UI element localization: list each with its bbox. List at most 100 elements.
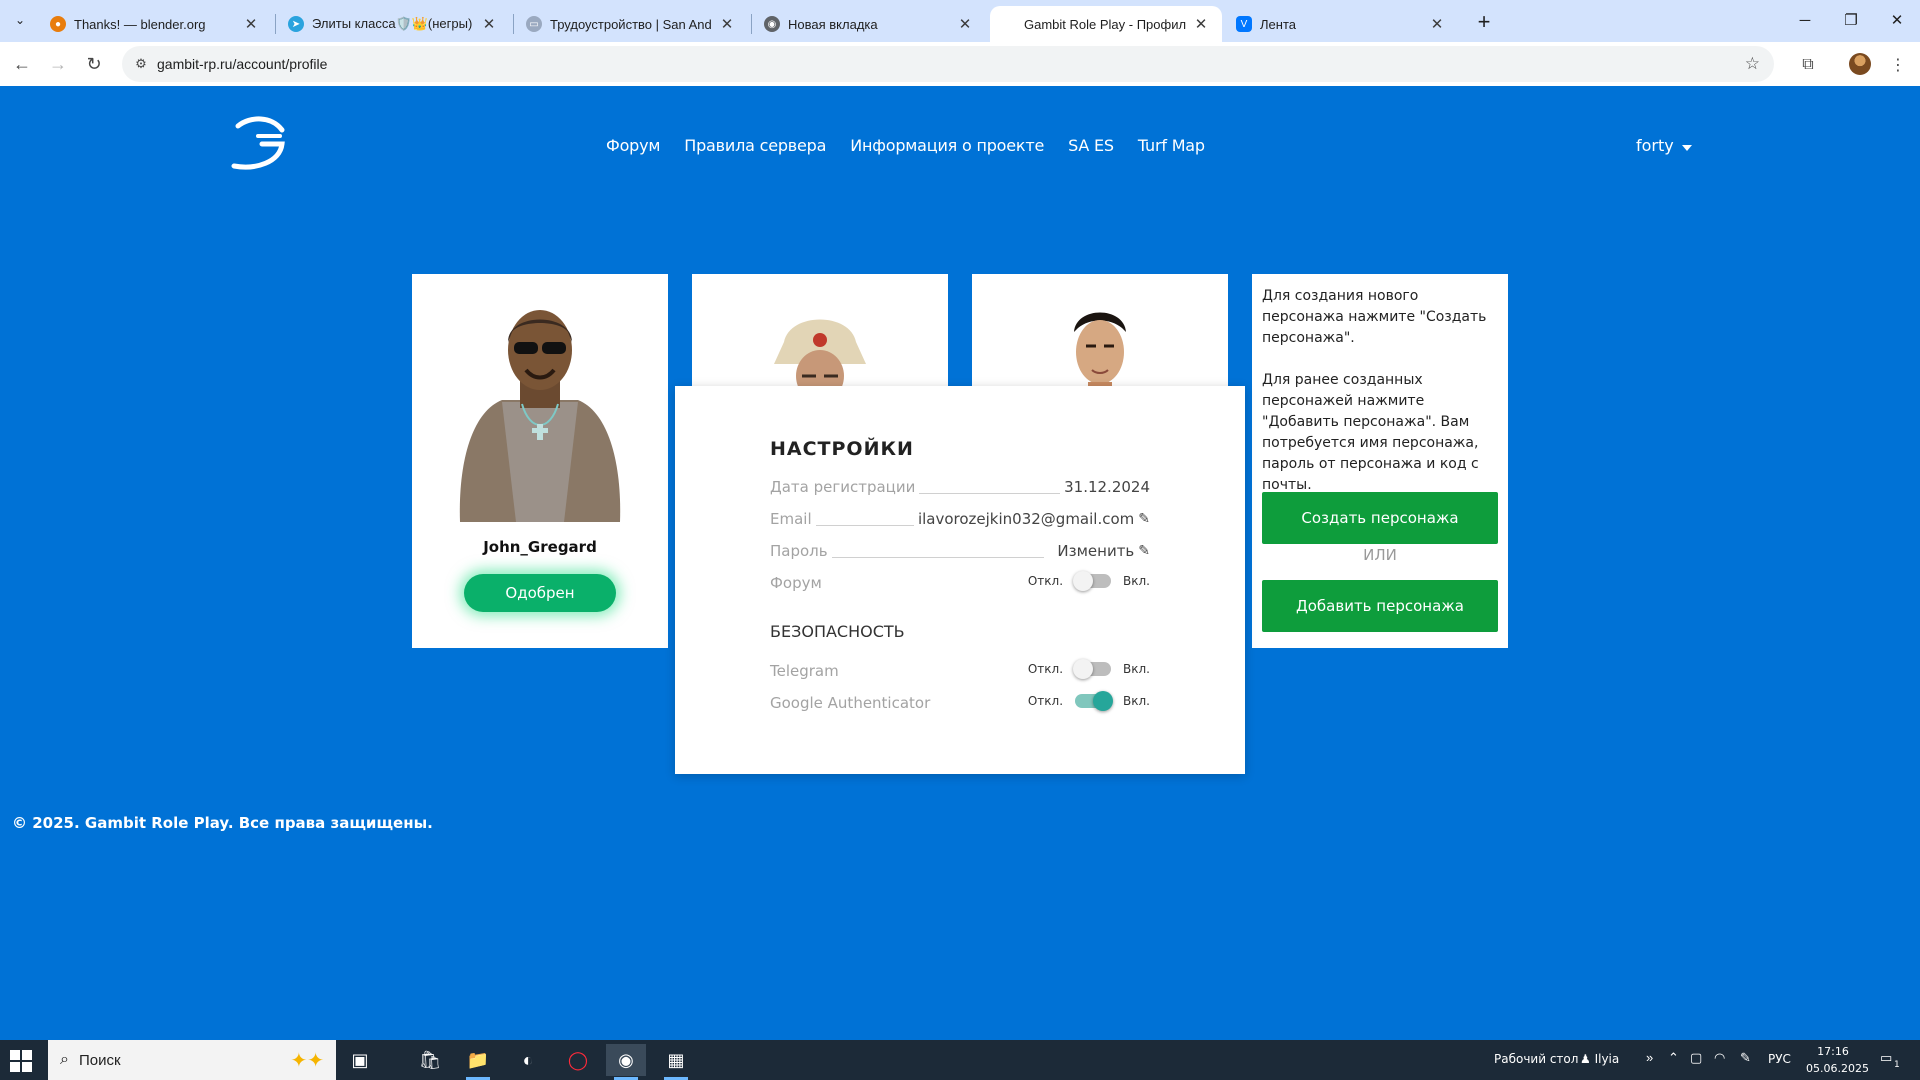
- pen-icon[interactable]: ✎: [1740, 1050, 1751, 1066]
- tray-user-name: Ilyia: [1594, 1052, 1620, 1066]
- browser-menu-icon[interactable]: ⋮: [1885, 52, 1911, 78]
- add-character-button[interactable]: Добавить персонажа: [1262, 580, 1498, 632]
- forum-toggle-group: Откл. Вкл.: [1028, 571, 1150, 591]
- vk-icon: V: [1236, 16, 1252, 32]
- reload-icon[interactable]: ↻: [80, 50, 108, 78]
- task-view-icon[interactable]: ▣: [340, 1044, 380, 1076]
- character-card[interactable]: [972, 274, 1228, 394]
- registration-date-value: 31.12.2024: [1060, 478, 1150, 496]
- telegram-label: Telegram: [770, 662, 843, 680]
- game-app-icon[interactable]: ▦: [656, 1044, 696, 1080]
- status-badge[interactable]: Одобрен: [464, 574, 616, 612]
- close-tab-icon[interactable]: ✕: [718, 15, 736, 33]
- tab-gambit-profile[interactable]: Gambit Role Play - Профиль UCP ✕: [990, 6, 1222, 42]
- edit-pencil-icon[interactable]: ✎: [1138, 543, 1150, 559]
- site-info-icon[interactable]: ⚙: [132, 55, 150, 73]
- blender-icon: ●: [50, 16, 66, 32]
- nav-turf-map[interactable]: Turf Map: [1138, 136, 1205, 155]
- tray-device-icon[interactable]: ▢: [1690, 1050, 1702, 1066]
- tab-newtab[interactable]: ◉ Новая вкладка ✕: [754, 6, 986, 42]
- close-tab-icon[interactable]: ✕: [480, 15, 498, 33]
- profile-avatar[interactable]: [1849, 53, 1871, 75]
- tab-separator: [513, 14, 514, 34]
- close-tab-icon[interactable]: ✕: [1428, 15, 1446, 33]
- tab-title: Трудоустройство | San Andreas: [550, 16, 712, 32]
- taskbar-search[interactable]: ⌕ Поиск ✦✦: [48, 1040, 336, 1080]
- toggle-on-label: Вкл.: [1123, 574, 1150, 588]
- windows-start-icon[interactable]: [10, 1050, 32, 1072]
- close-tab-icon[interactable]: ✕: [956, 15, 974, 33]
- forward-icon[interactable]: →: [44, 50, 72, 78]
- google-authenticator-toggle[interactable]: [1075, 691, 1114, 711]
- file-explorer-icon[interactable]: 📁: [458, 1044, 498, 1080]
- toggle-knob[interactable]: [1073, 659, 1094, 679]
- close-tab-icon[interactable]: ✕: [242, 15, 260, 33]
- gambit-logo-icon[interactable]: [228, 114, 288, 170]
- password-row: Пароль Изменить ✎: [770, 542, 1150, 564]
- address-bar[interactable]: ⚙ gambit-rp.ru/account/profile ☆: [122, 46, 1774, 82]
- nav-project-info[interactable]: Информация о проекте: [850, 136, 1044, 155]
- microsoft-store-icon[interactable]: 🛍: [410, 1044, 450, 1076]
- toggle-knob[interactable]: [1093, 691, 1114, 711]
- edge-icon[interactable]: ◐: [508, 1044, 548, 1076]
- chevron-down-icon[interactable]: [1681, 144, 1692, 151]
- extensions-icon[interactable]: ⧉: [1795, 52, 1821, 78]
- browser-toolbar: ← → ↻ ⚙ gambit-rp.ru/account/profile ☆ ⧉…: [0, 42, 1920, 86]
- character-portrait: [459, 310, 621, 522]
- tab-telegram[interactable]: ➤ Элиты класса🛡️👑(негры) ✕: [278, 6, 510, 42]
- bookmark-star-icon[interactable]: ☆: [1745, 54, 1760, 74]
- toolbar-expand-icon[interactable]: »: [1646, 1050, 1653, 1065]
- toggle-off-label: Откл.: [1027, 662, 1064, 676]
- character-card[interactable]: John_Gregard Одобрен: [412, 274, 668, 648]
- password-label: Пароль: [770, 542, 832, 560]
- character-card[interactable]: [692, 274, 948, 394]
- close-window-icon[interactable]: ✕: [1874, 0, 1920, 40]
- toggle-knob[interactable]: [1073, 571, 1094, 591]
- password-change-text[interactable]: Изменить: [1057, 542, 1134, 560]
- search-placeholder[interactable]: Поиск: [79, 1052, 121, 1069]
- new-tab-icon[interactable]: +: [1470, 8, 1498, 36]
- minimize-icon[interactable]: ─: [1782, 0, 1828, 40]
- info-text: Для создания нового персонажа нажмите "С…: [1262, 286, 1502, 496]
- chrome-icon: ◉: [764, 16, 780, 32]
- toggle-on-label: Вкл.: [1123, 662, 1150, 676]
- registration-date-label: Дата регистрации: [770, 478, 920, 496]
- create-character-button[interactable]: Создать персонажа: [1262, 492, 1498, 544]
- desktop-toolbar-label[interactable]: Рабочий стол: [1494, 1052, 1578, 1066]
- nav-sa-es[interactable]: SA ES: [1068, 136, 1114, 155]
- tab-search-dropdown-icon[interactable]: ⌄: [8, 8, 32, 32]
- tray-user[interactable]: ♟ Ilyia: [1580, 1052, 1619, 1066]
- tab-blender[interactable]: ● Thanks! — blender.org ✕: [40, 6, 272, 42]
- toggle-on-label: Вкл.: [1123, 694, 1150, 708]
- email-value[interactable]: ilavorozejkin032@gmail.com ✎: [913, 510, 1150, 528]
- network-icon[interactable]: ◠: [1714, 1050, 1725, 1066]
- copilot-sparkle-icon[interactable]: ✦✦: [290, 1048, 324, 1073]
- clock[interactable]: 17:16 05.06.2025: [1806, 1043, 1869, 1077]
- chrome-taskbar-icon[interactable]: ◉: [606, 1044, 646, 1080]
- user-menu[interactable]: forty: [1636, 136, 1692, 155]
- settings-panel: НАСТРОЙКИ Дата регистрации 31.12.2024 Em…: [675, 386, 1245, 774]
- nav-forum[interactable]: Форум: [606, 136, 660, 155]
- tab-separator: [751, 14, 752, 34]
- settings-title: НАСТРОЙКИ: [770, 438, 914, 460]
- url-text[interactable]: gambit-rp.ru/account/profile: [157, 56, 327, 72]
- notifications-icon[interactable]: ▭: [1880, 1050, 1892, 1066]
- language-indicator[interactable]: РУС: [1768, 1052, 1791, 1066]
- telegram-icon: ➤: [288, 16, 304, 32]
- forum-toggle[interactable]: [1073, 571, 1112, 591]
- nav-server-rules[interactable]: Правила сервера: [684, 136, 826, 155]
- telegram-toggle[interactable]: [1073, 659, 1112, 679]
- username[interactable]: forty: [1636, 136, 1674, 155]
- tray-overflow-icon[interactable]: ⌃: [1668, 1050, 1679, 1066]
- character-portrait: [774, 319, 866, 394]
- search-icon: ⌕: [60, 1051, 69, 1068]
- close-tab-icon[interactable]: ✕: [1192, 15, 1210, 33]
- opera-icon[interactable]: ◯: [558, 1044, 598, 1076]
- password-change[interactable]: Изменить ✎: [1053, 542, 1150, 560]
- restore-icon[interactable]: ❐: [1828, 0, 1874, 40]
- edit-pencil-icon[interactable]: ✎: [1138, 511, 1150, 527]
- back-icon[interactable]: ←: [8, 50, 36, 78]
- tab-employment[interactable]: ▭ Трудоустройство | San Andreas ✕: [516, 6, 748, 42]
- tab-vk-feed[interactable]: V Лента ✕: [1226, 6, 1458, 42]
- clock-time: 17:16: [1817, 1045, 1849, 1058]
